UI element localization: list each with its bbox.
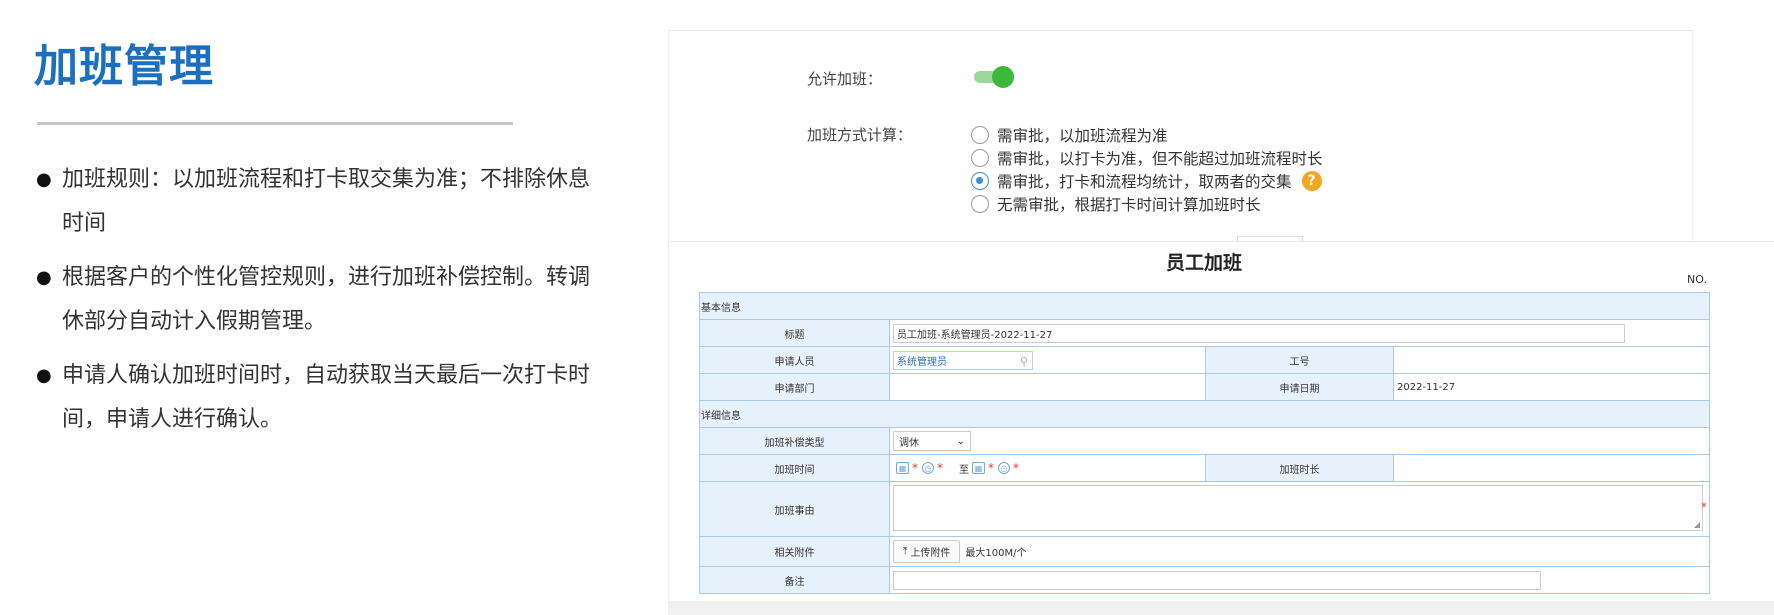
required-icon: * [1701, 500, 1707, 514]
employee-id-label: 工号 [1206, 347, 1394, 373]
help-icon[interactable]: ? [1301, 170, 1322, 191]
compensation-label: 加班补偿类型 [700, 428, 890, 454]
radio-option[interactable]: 需审批，打卡和流程均统计，取两者的交集 ? [971, 169, 1323, 192]
section-label: 详细信息 [701, 410, 741, 422]
calendar-icon[interactable]: ▦ [896, 462, 909, 474]
upload-label: 上传附件 [910, 548, 951, 559]
required-icon: * [937, 461, 943, 475]
radio-label: 需审批，打卡和流程均统计，取两者的交集 [997, 172, 1292, 191]
allow-overtime-label: 允许加班： [807, 70, 883, 88]
remark-label: 备注 [700, 567, 890, 593]
bullet-text: 加班规则：以加班流程和打卡取交集为准；不排除休息时间 [62, 167, 591, 236]
table-row: 申请部门 申请日期 2022-11-27 [700, 374, 1709, 401]
section-label: 基本信息 [701, 302, 741, 314]
search-icon[interactable]: ⚲ [1020, 355, 1028, 368]
time-cell: ▦ * ◷ * 至 ▦ * ◷ * [890, 455, 1206, 481]
upload-icon: ⤒ [903, 546, 908, 557]
attachment-label: 相关附件 [700, 537, 890, 566]
remark-input[interactable] [893, 570, 1541, 590]
calc-method-radio-group: 需审批，以加班流程为准 需审批，以打卡为准，但不能超过加班流程时长 需审批，打卡… [971, 123, 1323, 215]
radio-label: 需审批，以加班流程为准 [997, 126, 1168, 145]
bullet-dot-icon: ● [36, 267, 52, 288]
form-title: 员工加班 [1165, 252, 1242, 274]
reason-label: 加班事由 [700, 482, 890, 536]
required-icon: * [988, 461, 994, 475]
applicant-value: 系统管理员 [897, 356, 947, 368]
reason-textarea[interactable]: ◢ [893, 485, 1703, 531]
radio-button[interactable] [971, 148, 989, 167]
attachment-cell: ⤒ 上传附件 最大100M/个 [890, 537, 1709, 566]
applicant-label: 申请人员 [700, 347, 890, 373]
radio-option[interactable]: 需审批，以加班流程为准 [971, 123, 1323, 146]
clock-icon[interactable]: ◷ [922, 462, 934, 474]
table-row: 标题 员工加班-系统管理员-2022-11-27 [700, 320, 1709, 347]
time-label: 加班时间 [700, 455, 890, 481]
form-table: 基本信息 标题 员工加班-系统管理员-2022-11-27 申请人员 系统管理员… [699, 292, 1710, 594]
employee-id-value [1394, 347, 1709, 373]
title-cell: 员工加班-系统管理员-2022-11-27 [890, 320, 1709, 346]
title-input[interactable]: 员工加班-系统管理员-2022-11-27 [893, 323, 1625, 343]
radio-option[interactable]: 需审批，以打卡为准，但不能超过加班流程时长 [971, 146, 1323, 169]
upload-button[interactable]: ⤒ 上传附件 [893, 540, 961, 563]
bullet-dot-icon: ● [36, 169, 52, 190]
remark-cell [890, 567, 1709, 593]
list-item: ● 根据客户的个性化管控规则，进行加班补偿控制。转调休部分自动计入假期管理。 [36, 256, 596, 344]
section-basic: 基本信息 [700, 293, 1709, 320]
bullet-text: 根据客户的个性化管控规则，进行加班补偿控制。转调休部分自动计入假期管理。 [62, 265, 591, 334]
clock-icon[interactable]: ◷ [998, 462, 1010, 474]
table-row: 加班事由 ◢ * [700, 482, 1709, 537]
title-divider [37, 122, 513, 125]
duration-label: 加班时长 [1206, 455, 1394, 481]
to-label: 至 [959, 464, 969, 476]
department-value [890, 374, 1206, 400]
compensation-cell: 调休 ⌄ [890, 428, 1709, 454]
table-row: 加班补偿类型 调休 ⌄ [700, 428, 1709, 455]
calendar-icon[interactable]: ▦ [972, 462, 985, 474]
radio-button[interactable] [971, 125, 989, 144]
radio-button[interactable] [971, 194, 989, 213]
table-row: 相关附件 ⤒ 上传附件 最大100M/个 [700, 537, 1709, 567]
bottom-bar [668, 601, 1774, 615]
applicant-cell: 系统管理员 ⚲ [890, 347, 1206, 373]
duration-value [1394, 455, 1709, 481]
bullet-dot-icon: ● [36, 365, 52, 386]
bullet-list: ● 加班规则：以加班流程和打卡取交集为准；不排除休息时间 ● 根据客户的个性化管… [36, 158, 596, 452]
toggle-knob [992, 66, 1014, 88]
bullet-text: 申请人确认加班时间时，自动获取当天最后一次打卡时间，申请人进行确认。 [62, 363, 591, 432]
apply-date-value: 2022-11-27 [1397, 381, 1456, 393]
overtime-form: 员工加班 NO. 基本信息 标题 员工加班-系统管理员-2022-11-27 申… [668, 241, 1774, 615]
table-row: 加班时间 ▦ * ◷ * 至 ▦ * ◷ * 加班时长 [700, 455, 1709, 482]
chevron-down-icon: ⌄ [956, 435, 965, 447]
calc-method-label: 加班方式计算： [807, 126, 913, 144]
radio-label: 需审批，以打卡为准，但不能超过加班流程时长 [997, 149, 1323, 168]
compensation-select[interactable]: 调休 ⌄ [893, 431, 971, 451]
overtime-settings-panel: 允许加班： 加班方式计算： 需审批，以加班流程为准 需审批，以打卡为准，但不能超… [668, 30, 1693, 246]
radio-button-selected[interactable] [971, 171, 989, 190]
allow-overtime-toggle[interactable] [972, 66, 1014, 88]
radio-option[interactable]: 无需审批，根据打卡时间计算加班时长 [971, 192, 1323, 215]
reason-cell: ◢ * [890, 482, 1709, 536]
required-icon: * [912, 461, 918, 475]
list-item: ● 申请人确认加班时间时，自动获取当天最后一次打卡时间，申请人进行确认。 [36, 354, 596, 442]
form-number-label: NO. [1687, 273, 1707, 286]
title-label: 标题 [700, 320, 890, 346]
department-label: 申请部门 [700, 374, 890, 400]
compensation-value: 调休 [899, 437, 919, 449]
radio-label: 无需审批，根据打卡时间计算加班时长 [997, 195, 1261, 214]
required-icon: * [1013, 461, 1019, 475]
apply-date-label: 申请日期 [1206, 374, 1394, 400]
resize-handle-icon[interactable]: ◢ [1694, 520, 1700, 529]
page-title: 加班管理 [34, 41, 214, 92]
section-detail: 详细信息 [700, 401, 1709, 428]
list-item: ● 加班规则：以加班流程和打卡取交集为准；不排除休息时间 [36, 158, 596, 246]
upload-limit: 最大100M/个 [965, 548, 1027, 559]
applicant-input[interactable]: 系统管理员 ⚲ [893, 350, 1033, 370]
table-row: 备注 [700, 567, 1709, 593]
table-row: 申请人员 系统管理员 ⚲ 工号 [700, 347, 1709, 374]
